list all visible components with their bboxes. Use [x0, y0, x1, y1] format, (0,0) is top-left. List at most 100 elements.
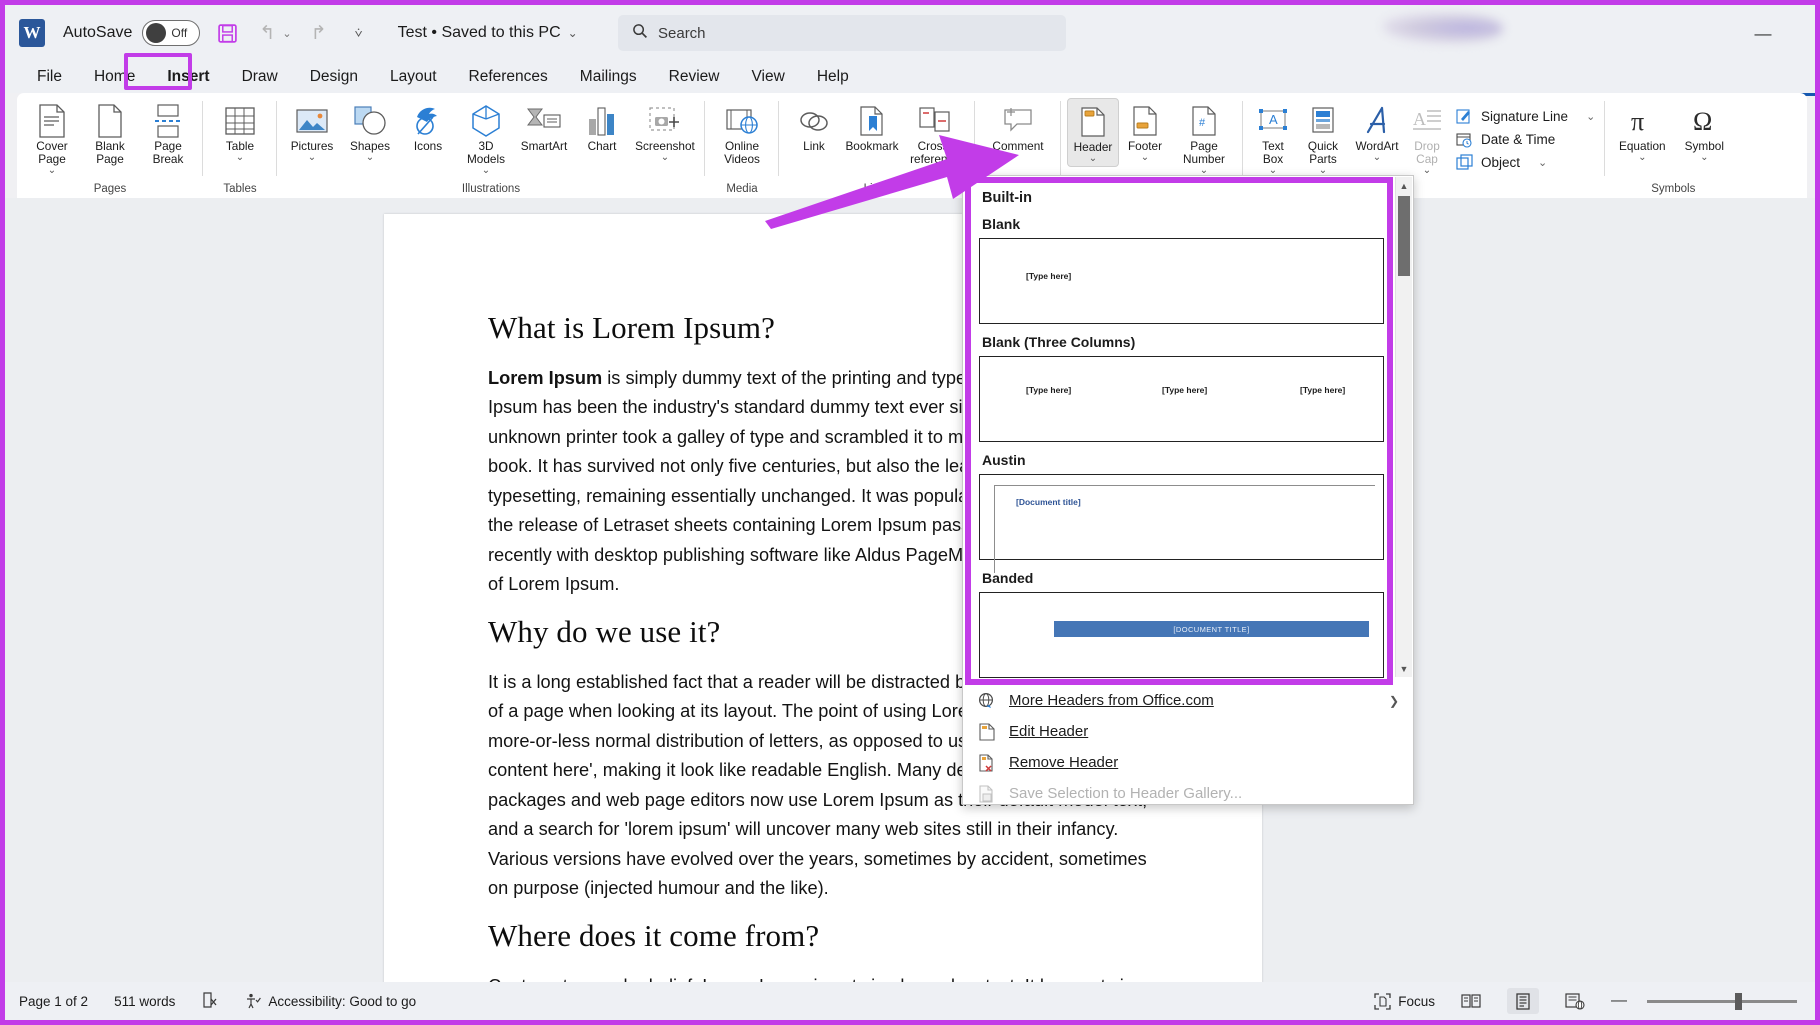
- gallery-placeholder-blank: [Type here]: [1026, 271, 1071, 281]
- undo-icon[interactable]: ↰: [254, 20, 280, 46]
- equation-caret-icon[interactable]: ⌄: [1638, 153, 1646, 163]
- tab-home[interactable]: Home: [78, 65, 151, 89]
- edit-header-item[interactable]: Edit Header: [963, 716, 1413, 747]
- drop-cap-button[interactable]: A Drop Cap ⌄: [1405, 98, 1449, 178]
- gallery-placeholder-banded: [DOCUMENT TITLE]: [1173, 625, 1249, 634]
- table-caret-icon[interactable]: ⌄: [236, 153, 244, 163]
- wordart-button[interactable]: WordArt ⌄: [1349, 98, 1405, 165]
- tab-draw[interactable]: Draw: [226, 65, 294, 89]
- scrollbar-thumb[interactable]: [1398, 196, 1410, 276]
- signature-line-item[interactable]: Signature Line ⌄: [1455, 107, 1595, 125]
- footer-caret-icon[interactable]: ⌄: [1141, 153, 1149, 163]
- web-layout-icon[interactable]: [1559, 988, 1591, 1014]
- gallery-thumb-blank[interactable]: [Type here]: [979, 238, 1384, 324]
- pictures-button[interactable]: Pictures ⌄: [283, 98, 341, 165]
- date-time-item[interactable]: Date & Time: [1455, 130, 1595, 148]
- submenu-chevron-icon[interactable]: ❯: [1389, 694, 1399, 708]
- tab-insert[interactable]: Insert: [151, 65, 225, 89]
- gallery-scrollbar[interactable]: ▲ ▼: [1395, 177, 1412, 677]
- minimize-button[interactable]: —: [1746, 21, 1780, 47]
- focus-label: Focus: [1398, 994, 1435, 1009]
- autosave-toggle[interactable]: Off: [142, 20, 200, 46]
- 3d-models-caret-icon[interactable]: ⌄: [482, 166, 490, 176]
- zoom-slider[interactable]: [1647, 1000, 1797, 1003]
- signature-line-caret-icon[interactable]: ⌄: [1586, 110, 1595, 123]
- text-box-button[interactable]: A Text Box ⌄: [1249, 98, 1297, 178]
- screenshot-icon: [648, 102, 682, 140]
- signature-icon: [1455, 107, 1473, 125]
- quick-parts-button[interactable]: Quick Parts ⌄: [1297, 98, 1349, 178]
- svg-text:A: A: [1269, 112, 1278, 127]
- document-title-chevron-icon[interactable]: ⌄: [568, 26, 578, 40]
- link-button[interactable]: Link: [785, 98, 843, 155]
- shapes-button[interactable]: Shapes ⌄: [341, 98, 399, 165]
- ribbon-group-label-links: Links: [779, 183, 975, 198]
- equation-button[interactable]: π Equation ⌄: [1611, 98, 1673, 165]
- accessibility-status[interactable]: Accessibility: Good to go: [245, 993, 416, 1009]
- scroll-up-arrow-icon[interactable]: ▲: [1396, 177, 1412, 194]
- wordart-caret-icon[interactable]: ⌄: [1373, 153, 1381, 163]
- page-indicator[interactable]: Page 1 of 2: [19, 994, 88, 1009]
- blank-page-button[interactable]: Blank Page: [81, 98, 139, 168]
- scroll-down-arrow-icon[interactable]: ▼: [1396, 660, 1412, 677]
- icons-button[interactable]: Icons: [399, 98, 457, 155]
- screenshot-caret-icon[interactable]: ⌄: [661, 153, 669, 163]
- tab-design[interactable]: Design: [294, 65, 374, 89]
- screenshot-button[interactable]: Screenshot ⌄: [631, 98, 699, 165]
- edit-header-label: Edit Header: [1009, 723, 1088, 740]
- footer-button[interactable]: Footer ⌄: [1119, 98, 1171, 165]
- 3d-models-button[interactable]: 3D Models ⌄: [457, 98, 515, 178]
- page-number-button[interactable]: # Page Number ⌄: [1171, 98, 1237, 178]
- search-input[interactable]: Search: [618, 15, 1066, 51]
- tab-help[interactable]: Help: [801, 65, 865, 89]
- pictures-caret-icon[interactable]: ⌄: [308, 153, 316, 163]
- object-caret-icon[interactable]: ⌄: [1538, 156, 1547, 169]
- print-layout-icon[interactable]: [1507, 988, 1539, 1014]
- quick-access-customize-icon[interactable]: ⩒: [346, 20, 372, 46]
- document-area[interactable]: What is Lorem Ipsum? Lorem Ipsum is simp…: [5, 198, 1815, 982]
- header-gallery-dropdown[interactable]: Built-in Blank [Type here] Blank (Three …: [962, 175, 1414, 805]
- tab-references[interactable]: References: [453, 65, 564, 89]
- comment-button[interactable]: Comment: [981, 98, 1055, 155]
- tab-review[interactable]: Review: [653, 65, 736, 89]
- cover-page-caret-icon[interactable]: ⌄: [48, 166, 56, 176]
- more-headers-item[interactable]: More Headers from Office.com ❯: [963, 685, 1413, 716]
- blurred-account-region: [1383, 13, 1503, 43]
- read-mode-icon[interactable]: [1455, 988, 1487, 1014]
- bookmark-button[interactable]: Bookmark: [843, 98, 901, 155]
- cross-reference-button[interactable]: Cross-reference: [901, 98, 969, 168]
- ribbon-group-links: Link Bookmark Cross-reference Links: [779, 93, 975, 198]
- table-button[interactable]: Table ⌄: [209, 98, 271, 165]
- tab-view[interactable]: View: [735, 65, 800, 89]
- chart-button[interactable]: Chart: [573, 98, 631, 155]
- header-caret-icon[interactable]: ⌄: [1089, 154, 1097, 164]
- symbol-button[interactable]: Ω Symbol ⌄: [1673, 98, 1735, 165]
- zoom-out-button[interactable]: —: [1611, 992, 1627, 1010]
- page-break-button[interactable]: Page Break: [139, 98, 197, 168]
- tab-mailings[interactable]: Mailings: [564, 65, 653, 89]
- word-count[interactable]: 511 words: [114, 994, 175, 1009]
- page-number-icon: #: [1190, 102, 1218, 140]
- object-item[interactable]: Object ⌄: [1455, 153, 1595, 171]
- header-gallery-list[interactable]: Built-in Blank [Type here] Blank (Three …: [963, 176, 1413, 678]
- redo-icon[interactable]: ↱: [306, 20, 332, 46]
- header-button[interactable]: Header ⌄: [1067, 98, 1119, 167]
- shapes-caret-icon[interactable]: ⌄: [366, 153, 374, 163]
- gallery-thumb-banded[interactable]: [DOCUMENT TITLE]: [979, 592, 1384, 678]
- remove-header-item[interactable]: Remove Header: [963, 747, 1413, 778]
- save-icon[interactable]: [214, 20, 240, 46]
- zoom-slider-knob[interactable]: [1735, 993, 1742, 1010]
- smartart-button[interactable]: SmartArt: [515, 98, 573, 155]
- gallery-thumb-austin[interactable]: [Document title]: [979, 474, 1384, 560]
- drop-cap-caret-icon[interactable]: ⌄: [1423, 166, 1431, 176]
- focus-button[interactable]: Focus: [1374, 993, 1435, 1010]
- tab-layout[interactable]: Layout: [374, 65, 453, 89]
- document-title[interactable]: Test • Saved to this PC ⌄: [398, 24, 578, 42]
- online-videos-button[interactable]: Online Videos: [711, 98, 773, 168]
- tab-file[interactable]: File: [21, 65, 78, 89]
- symbol-caret-icon[interactable]: ⌄: [1700, 153, 1708, 163]
- gallery-thumb-three-columns[interactable]: [Type here] [Type here] [Type here]: [979, 356, 1384, 442]
- undo-caret-icon[interactable]: ⌄: [282, 27, 291, 40]
- proofing-icon[interactable]: [201, 991, 219, 1012]
- cover-page-button[interactable]: Cover Page ⌄: [23, 98, 81, 178]
